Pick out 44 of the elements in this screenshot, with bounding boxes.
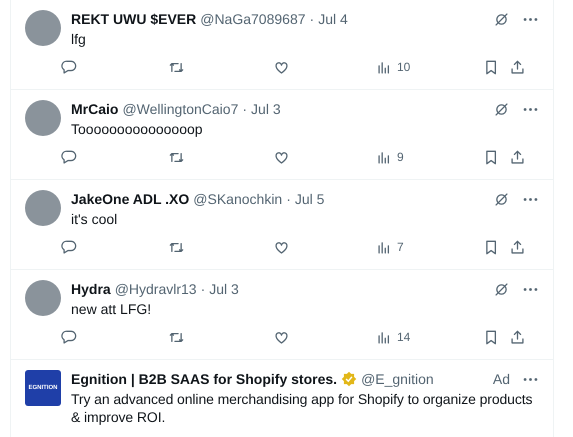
post-text: it's cool (71, 210, 118, 228)
post-date[interactable]: Jul 3 (251, 100, 281, 118)
share-icon[interactable] (509, 58, 526, 76)
author-handle[interactable]: @WellingtonCaio7 (122, 100, 238, 118)
ad-text: Try an advanced online merchandising app for Shopify to organize products & improve ROI. (71, 390, 534, 426)
author-handle[interactable]: @Hydravlr13 (114, 280, 197, 298)
separator-dot: · (310, 10, 314, 28)
post-text: new att LFG! (71, 300, 152, 318)
author-name[interactable]: Egnition | B2B SAAS for Shopify stores. (71, 370, 338, 388)
post-date[interactable]: Jul 5 (294, 190, 324, 208)
reply-icon[interactable] (61, 148, 78, 166)
share-icon[interactable] (509, 238, 526, 256)
views-button[interactable]: 14 (376, 328, 410, 346)
ad-label: Ad (492, 370, 510, 388)
avatar (25, 190, 61, 226)
post-date[interactable]: Jul 3 (209, 280, 239, 298)
avatar (25, 100, 61, 136)
separator-dot: · (200, 280, 206, 298)
slashed-circle-icon[interactable] (493, 190, 510, 208)
reply-icon[interactable] (61, 58, 78, 76)
author-name[interactable]: JakeOne ADL .XO (71, 190, 190, 208)
avatar (25, 280, 61, 316)
post-text: lfg (71, 30, 87, 48)
separator-dot: · (242, 100, 248, 118)
post-date[interactable]: Jul 4 (318, 10, 348, 28)
reply-icon[interactable] (61, 238, 78, 256)
author-handle[interactable]: @E_gnition (361, 370, 434, 388)
share-icon[interactable] (509, 148, 526, 166)
reply-icon[interactable] (61, 328, 78, 346)
views-button[interactable]: 10 (376, 58, 410, 76)
slashed-circle-icon[interactable] (493, 100, 510, 118)
views-button[interactable]: 9 (376, 148, 404, 166)
author-handle[interactable]: @NaGa7089687 (200, 10, 306, 28)
avatar (25, 10, 61, 46)
views-button[interactable]: 7 (376, 238, 404, 256)
post-text: Tooooooooooooooop (71, 120, 204, 138)
author-name[interactable]: REKT UWU $EVER (71, 10, 196, 28)
author-handle[interactable]: @SKanochkin (193, 190, 282, 208)
slashed-circle-icon[interactable] (493, 280, 510, 298)
share-icon[interactable] (509, 328, 526, 346)
author-name[interactable]: MrCaio (71, 100, 118, 118)
slashed-circle-icon[interactable] (493, 10, 510, 28)
author-name[interactable]: Hydra (71, 280, 111, 298)
separator-dot: · (286, 190, 291, 208)
